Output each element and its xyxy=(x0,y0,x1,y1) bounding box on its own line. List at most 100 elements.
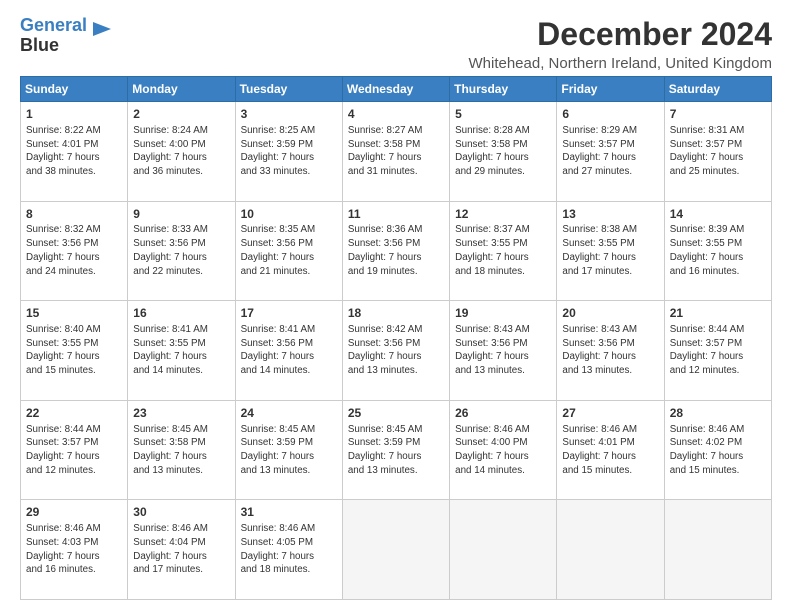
calendar-week-row: 15Sunrise: 8:40 AM Sunset: 3:55 PM Dayli… xyxy=(21,301,772,401)
day-info: Sunrise: 8:44 AM Sunset: 3:57 PM Dayligh… xyxy=(26,423,122,478)
day-number: 2 xyxy=(133,106,229,123)
day-info: Sunrise: 8:39 AM Sunset: 3:55 PM Dayligh… xyxy=(670,223,766,278)
day-info: Sunrise: 8:40 AM Sunset: 3:55 PM Dayligh… xyxy=(26,323,122,378)
day-info: Sunrise: 8:46 AM Sunset: 4:05 PM Dayligh… xyxy=(241,522,337,577)
day-info: Sunrise: 8:41 AM Sunset: 3:56 PM Dayligh… xyxy=(241,323,337,378)
calendar-week-row: 29Sunrise: 8:46 AM Sunset: 4:03 PM Dayli… xyxy=(21,500,772,600)
day-info: Sunrise: 8:37 AM Sunset: 3:55 PM Dayligh… xyxy=(455,223,551,278)
table-row: 6Sunrise: 8:29 AM Sunset: 3:57 PM Daylig… xyxy=(557,102,664,202)
table-row: 13Sunrise: 8:38 AM Sunset: 3:55 PM Dayli… xyxy=(557,201,664,301)
table-row: 20Sunrise: 8:43 AM Sunset: 3:56 PM Dayli… xyxy=(557,301,664,401)
col-friday: Friday xyxy=(557,77,664,102)
table-row: 18Sunrise: 8:42 AM Sunset: 3:56 PM Dayli… xyxy=(342,301,449,401)
table-row: 24Sunrise: 8:45 AM Sunset: 3:59 PM Dayli… xyxy=(235,400,342,500)
page: GeneralBlue December 2024 Whitehead, Nor… xyxy=(0,0,792,612)
table-row: 8Sunrise: 8:32 AM Sunset: 3:56 PM Daylig… xyxy=(21,201,128,301)
day-number: 17 xyxy=(241,305,337,322)
day-number: 18 xyxy=(348,305,444,322)
day-number: 8 xyxy=(26,206,122,223)
day-info: Sunrise: 8:46 AM Sunset: 4:00 PM Dayligh… xyxy=(455,423,551,478)
logo: GeneralBlue xyxy=(20,16,113,56)
header: GeneralBlue December 2024 Whitehead, Nor… xyxy=(20,16,772,72)
table-row: 29Sunrise: 8:46 AM Sunset: 4:03 PM Dayli… xyxy=(21,500,128,600)
table-row: 1Sunrise: 8:22 AM Sunset: 4:01 PM Daylig… xyxy=(21,102,128,202)
table-row: 9Sunrise: 8:33 AM Sunset: 3:56 PM Daylig… xyxy=(128,201,235,301)
day-info: Sunrise: 8:28 AM Sunset: 3:58 PM Dayligh… xyxy=(455,124,551,179)
table-row: 19Sunrise: 8:43 AM Sunset: 3:56 PM Dayli… xyxy=(450,301,557,401)
calendar-week-row: 1Sunrise: 8:22 AM Sunset: 4:01 PM Daylig… xyxy=(21,102,772,202)
logo-arrow-icon xyxy=(91,18,113,40)
day-number: 16 xyxy=(133,305,229,322)
day-info: Sunrise: 8:45 AM Sunset: 3:58 PM Dayligh… xyxy=(133,423,229,478)
day-number: 14 xyxy=(670,206,766,223)
day-info: Sunrise: 8:32 AM Sunset: 3:56 PM Dayligh… xyxy=(26,223,122,278)
table-row: 7Sunrise: 8:31 AM Sunset: 3:57 PM Daylig… xyxy=(664,102,771,202)
col-wednesday: Wednesday xyxy=(342,77,449,102)
table-row: 30Sunrise: 8:46 AM Sunset: 4:04 PM Dayli… xyxy=(128,500,235,600)
day-info: Sunrise: 8:46 AM Sunset: 4:02 PM Dayligh… xyxy=(670,423,766,478)
table-row: 23Sunrise: 8:45 AM Sunset: 3:58 PM Dayli… xyxy=(128,400,235,500)
day-info: Sunrise: 8:43 AM Sunset: 3:56 PM Dayligh… xyxy=(562,323,658,378)
calendar-table: Sunday Monday Tuesday Wednesday Thursday… xyxy=(20,76,772,600)
calendar-week-row: 22Sunrise: 8:44 AM Sunset: 3:57 PM Dayli… xyxy=(21,400,772,500)
day-number: 6 xyxy=(562,106,658,123)
day-number: 23 xyxy=(133,405,229,422)
table-row: 11Sunrise: 8:36 AM Sunset: 3:56 PM Dayli… xyxy=(342,201,449,301)
table-row: 5Sunrise: 8:28 AM Sunset: 3:58 PM Daylig… xyxy=(450,102,557,202)
day-number: 27 xyxy=(562,405,658,422)
table-row: 25Sunrise: 8:45 AM Sunset: 3:59 PM Dayli… xyxy=(342,400,449,500)
table-row xyxy=(342,500,449,600)
day-number: 13 xyxy=(562,206,658,223)
table-row: 21Sunrise: 8:44 AM Sunset: 3:57 PM Dayli… xyxy=(664,301,771,401)
day-info: Sunrise: 8:38 AM Sunset: 3:55 PM Dayligh… xyxy=(562,223,658,278)
table-row xyxy=(450,500,557,600)
table-row: 14Sunrise: 8:39 AM Sunset: 3:55 PM Dayli… xyxy=(664,201,771,301)
day-number: 19 xyxy=(455,305,551,322)
table-row: 12Sunrise: 8:37 AM Sunset: 3:55 PM Dayli… xyxy=(450,201,557,301)
day-info: Sunrise: 8:29 AM Sunset: 3:57 PM Dayligh… xyxy=(562,124,658,179)
table-row xyxy=(664,500,771,600)
day-number: 12 xyxy=(455,206,551,223)
day-info: Sunrise: 8:33 AM Sunset: 3:56 PM Dayligh… xyxy=(133,223,229,278)
table-row: 4Sunrise: 8:27 AM Sunset: 3:58 PM Daylig… xyxy=(342,102,449,202)
table-row: 26Sunrise: 8:46 AM Sunset: 4:00 PM Dayli… xyxy=(450,400,557,500)
day-number: 28 xyxy=(670,405,766,422)
table-row: 22Sunrise: 8:44 AM Sunset: 3:57 PM Dayli… xyxy=(21,400,128,500)
col-monday: Monday xyxy=(128,77,235,102)
day-number: 10 xyxy=(241,206,337,223)
day-number: 30 xyxy=(133,504,229,521)
day-info: Sunrise: 8:46 AM Sunset: 4:01 PM Dayligh… xyxy=(562,423,658,478)
day-info: Sunrise: 8:36 AM Sunset: 3:56 PM Dayligh… xyxy=(348,223,444,278)
day-number: 26 xyxy=(455,405,551,422)
day-info: Sunrise: 8:46 AM Sunset: 4:03 PM Dayligh… xyxy=(26,522,122,577)
table-row: 17Sunrise: 8:41 AM Sunset: 3:56 PM Dayli… xyxy=(235,301,342,401)
day-number: 15 xyxy=(26,305,122,322)
day-info: Sunrise: 8:42 AM Sunset: 3:56 PM Dayligh… xyxy=(348,323,444,378)
day-info: Sunrise: 8:46 AM Sunset: 4:04 PM Dayligh… xyxy=(133,522,229,577)
day-info: Sunrise: 8:24 AM Sunset: 4:00 PM Dayligh… xyxy=(133,124,229,179)
day-number: 7 xyxy=(670,106,766,123)
day-number: 29 xyxy=(26,504,122,521)
day-info: Sunrise: 8:43 AM Sunset: 3:56 PM Dayligh… xyxy=(455,323,551,378)
table-row: 10Sunrise: 8:35 AM Sunset: 3:56 PM Dayli… xyxy=(235,201,342,301)
col-sunday: Sunday xyxy=(21,77,128,102)
day-number: 22 xyxy=(26,405,122,422)
day-info: Sunrise: 8:45 AM Sunset: 3:59 PM Dayligh… xyxy=(241,423,337,478)
day-number: 9 xyxy=(133,206,229,223)
table-row: 31Sunrise: 8:46 AM Sunset: 4:05 PM Dayli… xyxy=(235,500,342,600)
day-number: 3 xyxy=(241,106,337,123)
day-number: 20 xyxy=(562,305,658,322)
table-row: 16Sunrise: 8:41 AM Sunset: 3:55 PM Dayli… xyxy=(128,301,235,401)
day-info: Sunrise: 8:35 AM Sunset: 3:56 PM Dayligh… xyxy=(241,223,337,278)
table-row xyxy=(557,500,664,600)
day-number: 4 xyxy=(348,106,444,123)
day-info: Sunrise: 8:25 AM Sunset: 3:59 PM Dayligh… xyxy=(241,124,337,179)
calendar-header-row: Sunday Monday Tuesday Wednesday Thursday… xyxy=(21,77,772,102)
day-info: Sunrise: 8:31 AM Sunset: 3:57 PM Dayligh… xyxy=(670,124,766,179)
day-number: 31 xyxy=(241,504,337,521)
day-number: 1 xyxy=(26,106,122,123)
day-number: 24 xyxy=(241,405,337,422)
calendar-week-row: 8Sunrise: 8:32 AM Sunset: 3:56 PM Daylig… xyxy=(21,201,772,301)
day-info: Sunrise: 8:45 AM Sunset: 3:59 PM Dayligh… xyxy=(348,423,444,478)
table-row: 27Sunrise: 8:46 AM Sunset: 4:01 PM Dayli… xyxy=(557,400,664,500)
